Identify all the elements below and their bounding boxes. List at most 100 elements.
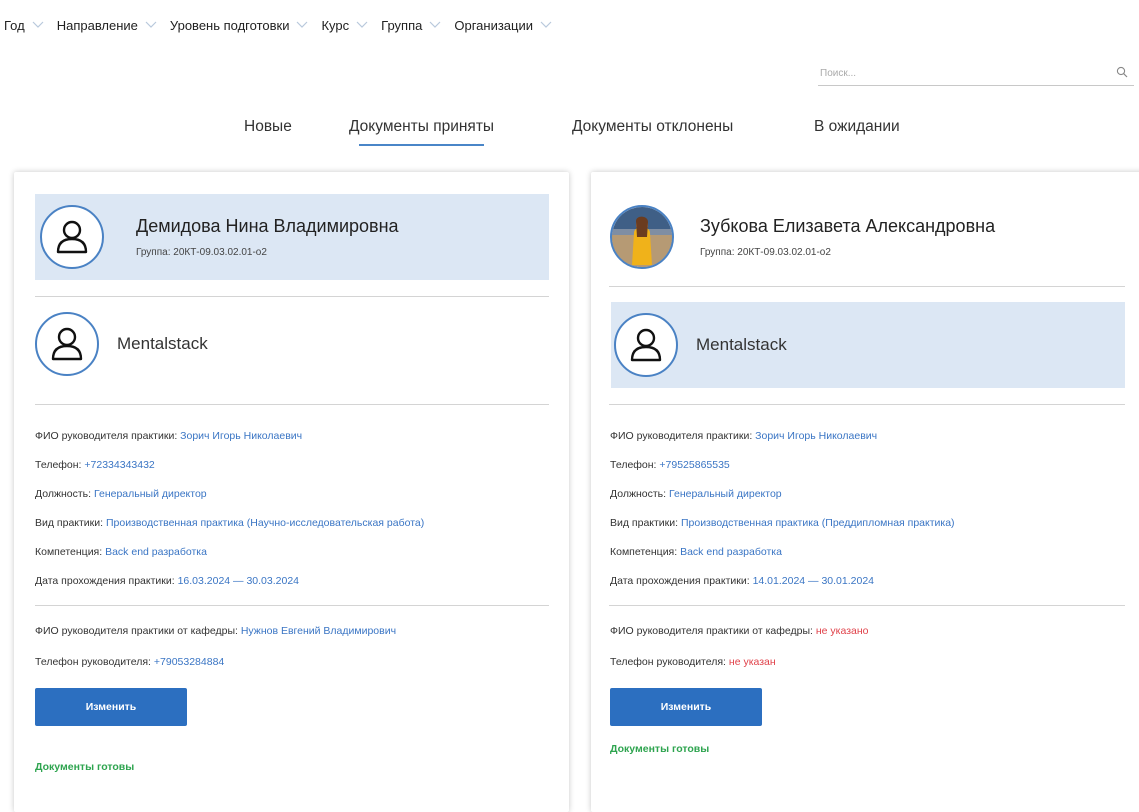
info-dates: Дата прохождения практики: 16.03.2024 — … <box>35 574 299 588</box>
chevron-down-icon <box>356 21 368 28</box>
student-name: Зубкова Елизавета Александровна <box>700 216 996 236</box>
search-input[interactable] <box>818 63 1100 84</box>
divider <box>35 296 549 297</box>
company-logo <box>614 313 678 377</box>
avatar <box>610 205 674 269</box>
company-block: Mentalstack <box>35 312 208 376</box>
info-value: Производственная практика (Научно-исслед… <box>105 517 425 529</box>
edit-button[interactable]: Изменить <box>35 688 187 726</box>
info-value: 16.03.2024 — 30.03.2024 <box>177 575 300 587</box>
chevron-down-icon <box>32 21 44 28</box>
filter-label: Курс <box>321 17 350 33</box>
info-label: Компетенция: <box>35 546 106 558</box>
status-text: Документы готовы <box>35 761 135 773</box>
tab-new[interactable]: Новые <box>244 118 292 136</box>
info-dept-supervisor: ФИО руководителя практики от кафедры: Ну… <box>35 624 396 638</box>
divider <box>609 286 1125 287</box>
filter-label: Уровень подготовки <box>169 17 290 33</box>
info-practice-type: Вид практики: Производственная практика … <box>35 516 424 530</box>
info-value: Back end разработка <box>680 546 782 558</box>
info-label: ФИО руководителя практики от кафедры: <box>610 625 816 637</box>
info-label: ФИО руководителя практики: <box>610 430 756 442</box>
info-value: 14.01.2024 — 30.01.2024 <box>752 575 875 587</box>
info-label: Дата прохождения практики: <box>35 575 178 587</box>
info-value-missing: не указано <box>815 625 869 637</box>
info-label: Телефон руководителя: <box>35 656 154 668</box>
filter-course[interactable]: Курс <box>321 18 369 33</box>
info-value: +79053284884 <box>153 656 225 668</box>
info-position: Должность: Генеральный директор <box>610 487 782 501</box>
info-label: Должность: <box>610 488 669 500</box>
tab-rejected[interactable]: Документы отклонены <box>572 118 733 136</box>
filter-label: Организации <box>454 17 533 33</box>
info-phone: Телефон: +79525865535 <box>610 458 730 472</box>
info-supervisor: ФИО руководителя практики: Зорич Игорь Н… <box>35 429 302 443</box>
info-label: Вид практики: <box>610 517 681 529</box>
info-label: Должность: <box>35 488 94 500</box>
user-icon <box>51 327 83 361</box>
chevron-down-icon <box>429 21 441 28</box>
info-practice-type: Вид практики: Производственная практика … <box>610 516 955 530</box>
divider <box>35 605 549 606</box>
status-tabs: Новые Документы приняты Документы отклон… <box>0 118 1139 148</box>
info-value: Генеральный директор <box>669 488 782 500</box>
chevron-down-icon <box>297 21 308 28</box>
user-icon <box>56 220 88 254</box>
company-logo <box>35 312 99 376</box>
student-group: Группа: 20КТ-09.03.02.01-о2 <box>136 247 267 258</box>
filter-group[interactable]: Группа <box>381 18 442 33</box>
company-name: Mentalstack <box>117 334 208 353</box>
info-phone: Телефон: +72334343432 <box>35 458 155 472</box>
info-label: ФИО руководителя практики: <box>35 430 181 442</box>
filter-label: Год <box>4 17 25 33</box>
company-block: Mentalstack <box>611 302 1125 388</box>
filter-organizations[interactable]: Организации <box>454 18 553 33</box>
company-name: Mentalstack <box>696 335 787 354</box>
chevron-down-icon <box>145 21 157 28</box>
student-header: Демидова Нина Владимировна Группа: 20КТ-… <box>35 194 549 280</box>
filter-direction[interactable]: Направление <box>57 18 158 33</box>
info-label: Дата прохождения практики: <box>610 575 753 587</box>
filter-label: Направление <box>56 17 138 33</box>
info-supervisor: ФИО руководителя практики: Зорич Игорь Н… <box>610 429 877 443</box>
edit-button[interactable]: Изменить <box>610 688 762 726</box>
status-text: Документы готовы <box>610 743 710 755</box>
info-value: Нужнов Евгений Владимирович <box>240 625 397 637</box>
profile-photo-icon <box>612 207 672 267</box>
info-value: Производственная практика (Преддипломная… <box>680 517 955 529</box>
student-header: Зубкова Елизавета Александровна Группа: … <box>609 194 1125 280</box>
info-label: Телефон: <box>610 459 660 471</box>
student-card: Демидова Нина Владимировна Группа: 20КТ-… <box>14 172 569 812</box>
info-position: Должность: Генеральный директор <box>35 487 207 501</box>
filter-bar: Год Направление Уровень подготовки Курс … <box>0 14 565 36</box>
info-dept-phone: Телефон руководителя: не указан <box>610 655 776 669</box>
avatar <box>40 205 104 269</box>
info-dates: Дата прохождения практики: 14.01.2024 — … <box>610 574 874 588</box>
tab-accepted[interactable]: Документы приняты <box>349 118 494 146</box>
student-card: Зубкова Елизавета Александровна Группа: … <box>591 172 1139 812</box>
user-icon <box>630 328 662 362</box>
student-name: Демидова Нина Владимировна <box>136 216 399 236</box>
info-value: Зорич Игорь Николаевич <box>755 430 878 442</box>
info-competence: Компетенция: Back end разработка <box>610 545 782 559</box>
info-value: +72334343432 <box>84 459 155 471</box>
info-label: Вид практики: <box>35 517 106 529</box>
filter-level[interactable]: Уровень подготовки <box>170 18 310 33</box>
info-label: Телефон руководителя: <box>610 656 729 668</box>
search-icon[interactable] <box>1116 66 1128 78</box>
chevron-down-icon <box>540 21 552 28</box>
info-competence: Компетенция: Back end разработка <box>35 545 207 559</box>
divider <box>609 605 1125 606</box>
filter-year[interactable]: Год <box>4 18 45 33</box>
info-value: +79525865535 <box>659 459 730 471</box>
divider <box>609 404 1125 405</box>
info-label: Телефон: <box>35 459 85 471</box>
tab-pending[interactable]: В ожидании <box>814 118 900 136</box>
search-box <box>818 63 1134 86</box>
divider <box>35 404 549 405</box>
info-dept-phone: Телефон руководителя: +79053284884 <box>35 655 224 669</box>
filter-label: Группа <box>381 17 423 33</box>
info-value: Генеральный директор <box>94 488 207 500</box>
info-dept-supervisor: ФИО руководителя практики от кафедры: не… <box>610 624 869 638</box>
student-group: Группа: 20КТ-09.03.02.01-о2 <box>700 247 831 258</box>
